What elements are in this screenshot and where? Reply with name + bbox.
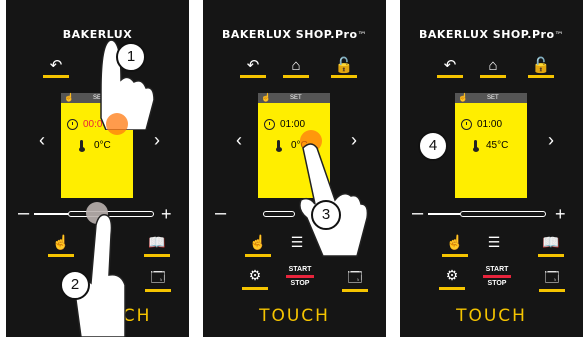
temperature-value[interactable]: 45°C xyxy=(486,140,508,151)
arrow-right-button[interactable]: › xyxy=(154,130,160,151)
start-stop-button[interactable]: START STOP xyxy=(479,266,515,287)
slider-line xyxy=(428,213,460,215)
touch-logo: TOUCH xyxy=(456,306,527,326)
back-icon: ↶ xyxy=(246,57,260,74)
save-icon: 🗔 xyxy=(150,269,166,285)
home-icon: ⌂ xyxy=(291,57,301,74)
oven-panel-2: BAKERLUX SHOP.Pro™ ↶ ⌂ 🔓 ☝ SET 01:00 0°C… xyxy=(203,0,386,337)
back-button[interactable]: ↶ xyxy=(41,58,71,78)
book-button[interactable]: 📖 xyxy=(535,233,567,257)
stop-label: STOP xyxy=(487,280,507,287)
touch-glow xyxy=(106,113,128,135)
arrow-left-button[interactable]: ‹ xyxy=(236,130,242,151)
home-button[interactable]: ⌂ xyxy=(281,58,311,78)
book-icon: 📖 xyxy=(542,234,560,250)
arrow-left-button[interactable]: ‹ xyxy=(39,130,45,151)
pointing-hand xyxy=(299,143,369,257)
back-button[interactable]: ↶ xyxy=(435,58,465,78)
thermometer-icon xyxy=(275,140,282,152)
gear-button[interactable]: ⚙ xyxy=(436,266,468,290)
manual-mode-button[interactable]: ☝ xyxy=(242,233,274,257)
clock-icon xyxy=(264,119,275,130)
book-icon: 📖 xyxy=(148,234,166,250)
time-value[interactable]: 01:00 xyxy=(280,119,305,130)
slider-minus-button[interactable]: – xyxy=(412,203,423,223)
book-button[interactable]: 📖 xyxy=(141,233,173,257)
callout-4: 4 xyxy=(418,131,448,161)
thermometer-icon xyxy=(472,140,479,152)
back-icon: ↶ xyxy=(49,57,63,74)
list-button[interactable]: ☰ xyxy=(478,233,510,253)
lock-button[interactable]: 🔓 xyxy=(526,58,556,78)
display-screen: ☝ SET 01:00 45°C xyxy=(455,93,527,198)
arrow-right-button[interactable]: › xyxy=(548,130,554,151)
callout-2: 2 xyxy=(60,270,90,300)
back-button[interactable]: ↶ xyxy=(238,58,268,78)
manual-mode-button[interactable]: ☝ xyxy=(439,233,471,257)
slider-minus-button[interactable]: – xyxy=(18,203,29,223)
thermometer-icon xyxy=(78,140,85,152)
back-icon: ↶ xyxy=(443,57,457,74)
hand-icon: ☝ xyxy=(261,93,271,102)
start-label: START xyxy=(485,266,509,273)
brand-logo: BAKERLUX SHOP.Pro™ xyxy=(221,28,368,41)
save-button[interactable]: 🗔 xyxy=(536,268,568,292)
save-icon: 🗔 xyxy=(347,269,363,285)
clock-icon xyxy=(461,119,472,130)
home-icon: ⌂ xyxy=(488,57,498,74)
oven-panel-1: BAKERLUX ↶ ☝ SET 00:00 0°C ‹ › – + ☝ 📖 🗔… xyxy=(6,0,189,337)
callout-3: 3 xyxy=(311,200,341,230)
slider-plus-button[interactable]: + xyxy=(555,205,566,223)
hand-icon: ☝ xyxy=(458,93,468,102)
touch-logo: TOUCH xyxy=(259,306,330,326)
gear-button[interactable]: ⚙ xyxy=(239,266,271,290)
callout-1: 1 xyxy=(116,42,146,72)
slider-minus-button[interactable]: – xyxy=(215,203,226,223)
oven-panel-3: BAKERLUX SHOP.Pro™ ↶ ⌂ 🔓 ☝ SET 01:00 45°… xyxy=(400,0,583,337)
hand-icon: ☝ xyxy=(249,234,267,250)
stop-label: STOP xyxy=(290,280,310,287)
slider-plus-button[interactable]: + xyxy=(161,205,172,223)
lock-button[interactable]: 🔓 xyxy=(329,58,359,78)
lock-icon: 🔓 xyxy=(334,57,354,74)
save-button[interactable]: 🗔 xyxy=(339,268,371,292)
hand-icon: ☝ xyxy=(446,234,464,250)
temperature-value[interactable]: 0°C xyxy=(94,140,111,151)
list-icon: ☰ xyxy=(487,234,501,250)
save-button[interactable]: 🗔 xyxy=(142,268,174,292)
screen-label: SET xyxy=(290,95,302,101)
pointing-hand-bottom xyxy=(68,213,126,337)
brand-logo: BAKERLUX SHOP.Pro™ xyxy=(418,28,565,41)
slider-track[interactable] xyxy=(460,211,546,217)
screen-header: ☝ SET xyxy=(258,93,330,103)
screen-header: ☝ SET xyxy=(455,93,527,103)
save-icon: 🗔 xyxy=(544,269,560,285)
lock-icon: 🔓 xyxy=(531,57,551,74)
home-button[interactable]: ⌂ xyxy=(478,58,508,78)
gear-icon: ⚙ xyxy=(445,267,459,283)
hand-icon: ☝ xyxy=(64,93,74,102)
start-stop-button[interactable]: START STOP xyxy=(282,266,318,287)
gear-icon: ⚙ xyxy=(248,267,262,283)
start-label: START xyxy=(288,266,312,273)
screen-label: SET xyxy=(487,95,499,101)
time-value[interactable]: 01:00 xyxy=(477,119,502,130)
